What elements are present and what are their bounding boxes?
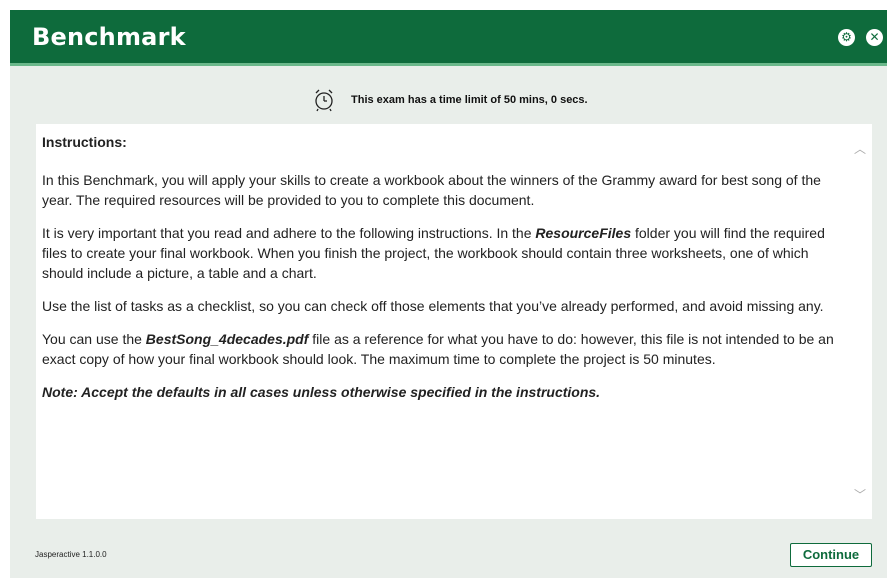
instruction-paragraph-3: Use the list of tasks as a checklist, so… bbox=[42, 298, 824, 314]
instruction-paragraph-2: It is very important that you read and a… bbox=[42, 223, 852, 283]
resourcefiles-folder-name: ResourceFiles bbox=[535, 225, 632, 241]
instructions-note: Note: Accept the defaults in all cases u… bbox=[42, 384, 601, 400]
alarm-clock-icon bbox=[315, 89, 333, 112]
scroll-up-icon[interactable]: ︿ bbox=[854, 140, 866, 157]
instructions-panel[interactable]: Instructions: In this Benchmark, you wil… bbox=[36, 124, 872, 519]
continue-button[interactable]: Continue bbox=[790, 543, 872, 567]
time-limit-text: This exam has a time limit of 50 mins, 0… bbox=[351, 94, 588, 106]
gear-icon[interactable]: ⚙ bbox=[838, 29, 855, 46]
p4-text-a: You can use the bbox=[42, 331, 146, 347]
p2-text-a: It is very important that you read and a… bbox=[42, 225, 536, 241]
version-label: Jasperactive 1.1.0.0 bbox=[35, 550, 107, 559]
close-icon[interactable]: ✕ bbox=[866, 29, 883, 46]
timer-row: This exam has a time limit of 50 mins, 0… bbox=[10, 88, 887, 114]
instructions-content: Instructions: In this Benchmark, you wil… bbox=[42, 132, 852, 415]
benchmark-window: Benchmark ⚙ ✕ This exam has a time limit… bbox=[10, 10, 887, 578]
instruction-paragraph-4: You can use the BestSong_4decades.pdf fi… bbox=[42, 329, 852, 369]
reference-file-name: BestSong_4decades.pdf bbox=[145, 331, 309, 347]
scroll-down-icon[interactable]: ﹀ bbox=[854, 486, 866, 503]
instructions-heading: Instructions: bbox=[42, 134, 127, 150]
instruction-paragraph-1: In this Benchmark, you will apply your s… bbox=[42, 172, 821, 208]
title-bar: Benchmark ⚙ ✕ bbox=[10, 10, 887, 66]
window-title: Benchmark bbox=[32, 23, 186, 51]
